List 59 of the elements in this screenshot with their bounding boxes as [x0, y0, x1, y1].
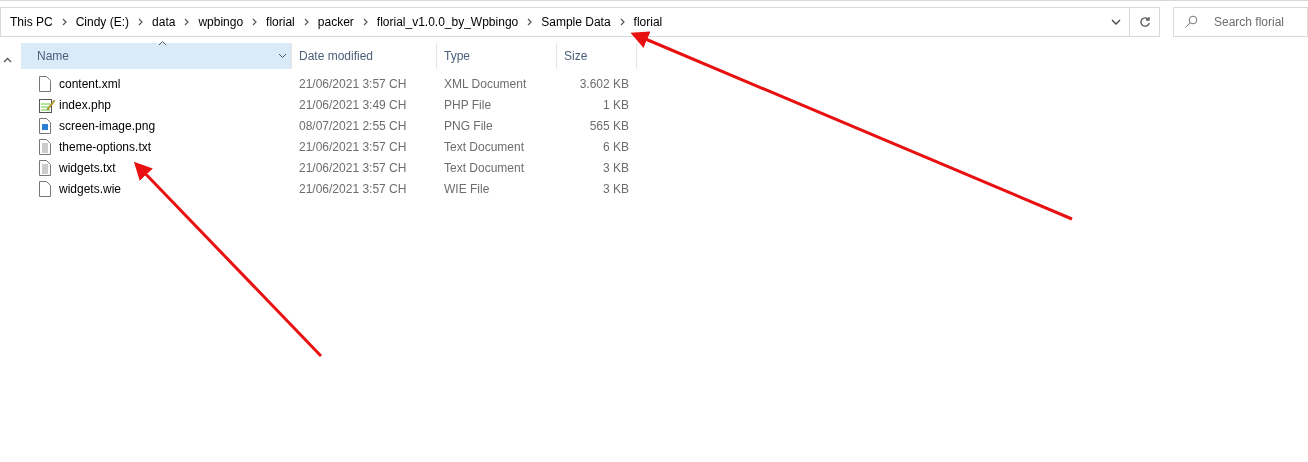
text-file-icon — [39, 138, 51, 155]
column-header[interactable]: Date modified — [292, 43, 437, 69]
refresh-button[interactable] — [1130, 7, 1160, 37]
file-name[interactable]: widgets.wie — [59, 179, 122, 198]
file-name[interactable]: screen-image.png — [59, 116, 156, 135]
table-cell-text: 21/06/2021 3:57 CH — [298, 180, 408, 198]
column-header[interactable]: Size — [557, 43, 637, 69]
file-name[interactable]: theme-options.txt — [59, 137, 152, 156]
table-cell-text: 3 KB — [602, 180, 630, 198]
table-cell-text: 6 KB — [602, 138, 630, 156]
table-cell-text: 21/06/2021 3:57 CH — [298, 75, 408, 93]
text-file-icon — [39, 159, 51, 176]
chevron-icon[interactable] — [362, 18, 368, 26]
script-file-icon — [39, 96, 55, 113]
table-cell-text: 1 KB — [602, 96, 630, 114]
breadcrumb[interactable]: florial — [629, 13, 667, 31]
breadcrumb[interactable]: This PC — [6, 13, 57, 31]
chevron-icon[interactable] — [61, 18, 67, 26]
breadcrumb[interactable]: packer — [313, 13, 358, 31]
column-header[interactable]: Name — [21, 43, 292, 69]
breadcrumb[interactable]: data — [148, 13, 180, 31]
file-name[interactable]: widgets.txt — [59, 158, 116, 177]
breadcrumb[interactable]: Cindy (E:) — [71, 13, 134, 31]
table-cell-text: Text Document — [443, 138, 526, 156]
image-file-icon — [39, 117, 51, 134]
column-header[interactable]: Type — [437, 43, 557, 69]
address-bar[interactable]: This PC Cindy (E:) data wpbingo florial packer florial_v1.0.0_by_Wpbingo Sample Data florial — [0, 7, 1130, 37]
chevron-icon[interactable] — [252, 18, 258, 26]
breadcrumb[interactable]: wpbingo — [194, 13, 248, 31]
dropdown-icon[interactable] — [1111, 19, 1121, 25]
table-cell-text: 3 KB — [602, 159, 630, 177]
table-cell-text: 21/06/2021 3:57 CH — [298, 159, 408, 177]
table-cell-text: PHP File — [443, 96, 493, 114]
table-cell-text: 21/06/2021 3:57 CH — [298, 138, 408, 156]
table-cell-text: WIE File — [443, 180, 491, 198]
table-cell-text: 21/06/2021 3:49 CH — [298, 96, 408, 114]
file-icon — [39, 75, 51, 92]
file-name[interactable]: content.xml — [59, 74, 121, 93]
scroll-up-icon[interactable] — [3, 57, 12, 63]
chevron-icon[interactable] — [138, 18, 144, 26]
search-icon — [1184, 15, 1198, 29]
breadcrumb[interactable]: Sample Data — [537, 13, 615, 31]
file-name[interactable]: index.php — [59, 95, 112, 114]
table-cell-text: PNG File — [443, 117, 494, 135]
refresh-icon — [1138, 16, 1151, 28]
table-cell-text: 565 KB — [588, 117, 630, 135]
chevron-icon[interactable] — [184, 18, 190, 26]
search-field[interactable]: Search florial — [1173, 7, 1308, 37]
chevron-icon[interactable] — [527, 18, 533, 26]
breadcrumb[interactable]: florial — [262, 13, 299, 31]
dropdown-icon[interactable] — [278, 53, 287, 59]
table-cell-text: Text Document — [443, 159, 526, 177]
chevron-icon[interactable] — [303, 18, 309, 26]
table-cell-text: XML Document — [443, 75, 528, 93]
table-cell-text: 3.602 KB — [578, 75, 630, 93]
table-cell-text: 08/07/2021 2:55 CH — [298, 117, 408, 135]
chevron-icon[interactable] — [619, 18, 625, 26]
breadcrumb[interactable]: florial_v1.0.0_by_Wpbingo — [372, 13, 523, 31]
file-icon — [39, 180, 51, 197]
